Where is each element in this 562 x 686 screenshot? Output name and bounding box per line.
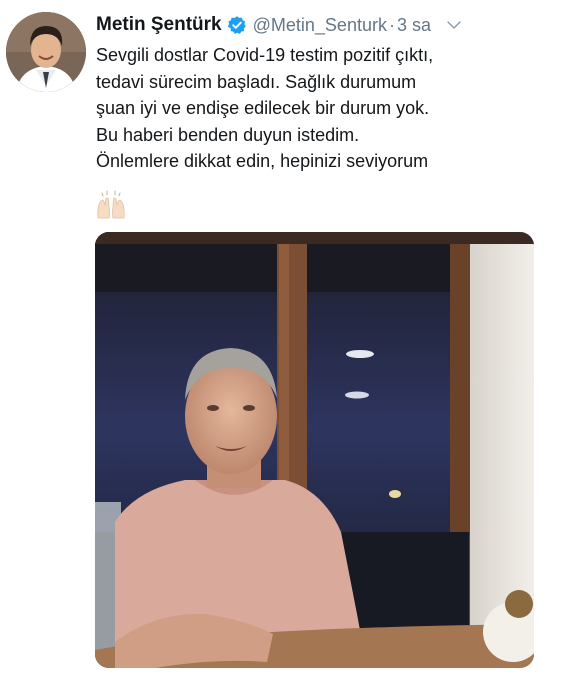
tweet-text: Sevgili dostlar Covid-19 testim pozitif … (96, 42, 546, 175)
author-avatar[interactable] (6, 12, 86, 92)
tweet-photo[interactable] (95, 232, 534, 668)
tweet: Metin Şentürk @Metin_Senturk · 3 sa Sevg… (0, 0, 562, 686)
tweet-text-line: tedavi sürecim başladı. Sağlık durumum (96, 71, 417, 92)
tweet-text-line: Sevgili dostlar Covid-19 testim pozitif … (96, 45, 434, 65)
chevron-down-icon[interactable] (445, 16, 463, 34)
tweet-timestamp[interactable]: 3 sa (397, 15, 431, 36)
separator-dot: · (388, 14, 395, 35)
verified-badge-icon (227, 15, 247, 35)
author-handle[interactable]: @Metin_Senturk (253, 15, 387, 36)
tweet-text-line: şuan iyi ve endişe edilecek bir durum yo… (96, 98, 430, 118)
tweet-text-line: Önlemlere dikkat edin, hepinizi seviyoru… (96, 151, 429, 171)
attached-photo (95, 232, 534, 668)
tweet-header: Metin Şentürk @Metin_Senturk · 3 sa (96, 12, 546, 38)
avatar-photo (6, 12, 86, 92)
raising-hands-emoji-icon (94, 188, 128, 222)
author-display-name[interactable]: Metin Şentürk (96, 14, 222, 36)
tweet-text-line: Bu haberi benden duyun istedim. (96, 124, 360, 145)
